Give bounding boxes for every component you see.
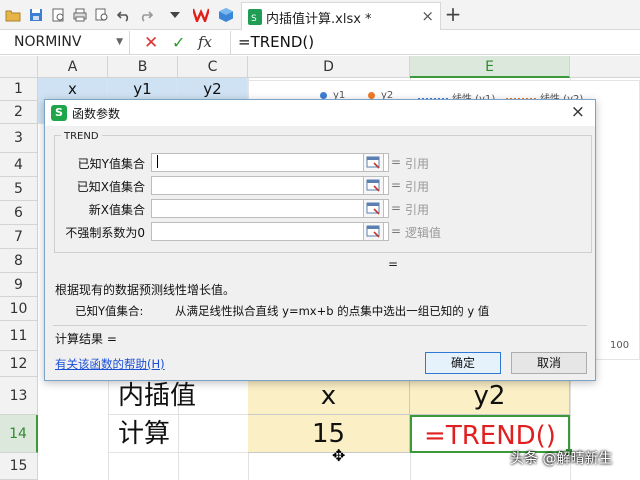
name-box[interactable]: NORMINV ▼ xyxy=(0,31,130,55)
legend-marker-y1 xyxy=(320,91,327,99)
arg-result-new-x: 引用 xyxy=(405,203,430,217)
folder-open-icon[interactable] xyxy=(4,6,22,24)
cell-b13[interactable]: 内插值 xyxy=(108,377,248,415)
dialog-title-bar[interactable]: S 函数参数 × xyxy=(45,100,595,126)
row-header-1[interactable]: 1 xyxy=(0,78,38,101)
cell-b1[interactable]: y1 xyxy=(108,78,178,101)
ok-button[interactable]: 确定 xyxy=(425,352,501,374)
collapse-dialog-icon[interactable] xyxy=(363,176,384,195)
dialog-title: 函数参数 xyxy=(72,107,121,121)
column-header-d[interactable]: D xyxy=(248,56,410,78)
row-header-8[interactable]: 8 xyxy=(0,249,38,273)
arg-label-known-x: 已知X值集合 xyxy=(76,180,145,194)
cancel-formula-icon[interactable]: ✕ xyxy=(144,33,158,53)
arg-label-known-y: 已知Y值集合 xyxy=(77,157,145,171)
column-header-c[interactable]: C xyxy=(178,56,248,78)
legend-marker-y2 xyxy=(368,91,375,99)
arg-equals-3: = xyxy=(391,201,402,215)
arg-help-text: 从满足线性拟合直线 y=mx+b 的点集中选出一组已知的 y 值 xyxy=(175,304,490,318)
column-header-f[interactable] xyxy=(570,56,640,78)
collapse-dialog-icon[interactable] xyxy=(363,222,384,241)
row-header-2[interactable]: 2 xyxy=(0,101,38,124)
row-header-14[interactable]: 14 xyxy=(0,415,38,453)
print-preview-icon[interactable] xyxy=(49,6,67,24)
row-header-3[interactable]: 3 xyxy=(0,124,38,153)
calculation-result-label: 计算结果 = xyxy=(55,332,117,346)
arg-equals-1: = xyxy=(391,155,402,169)
arg-equals-2: = xyxy=(391,178,402,192)
column-header-a[interactable]: A xyxy=(38,56,108,78)
arg-result-known-y: 引用 xyxy=(405,157,430,171)
function-description: 根据现有的数据预测线性增长值。 xyxy=(55,283,236,297)
chart-axis-tick: 100 xyxy=(610,340,630,351)
formula-input[interactable]: =TREND() xyxy=(238,33,314,51)
file-tab[interactable]: S 内插值计算.xlsx * × xyxy=(241,2,441,30)
row-header-5[interactable]: 5 xyxy=(0,177,38,201)
print-icon[interactable] xyxy=(71,6,89,24)
name-box-value: NORMINV xyxy=(14,34,82,50)
arg-input-known-x[interactable] xyxy=(151,176,389,195)
arg-input-known-y[interactable] xyxy=(151,153,389,172)
row-header-15[interactable]: 15 xyxy=(0,453,38,480)
more-dropdown-icon[interactable] xyxy=(166,6,184,24)
column-header-e[interactable]: E xyxy=(410,56,570,78)
dialog-close-button[interactable]: × xyxy=(571,102,585,122)
svg-text:S: S xyxy=(251,14,257,24)
arg-input-new-x[interactable] xyxy=(151,199,389,218)
save-icon[interactable] xyxy=(27,6,45,24)
function-name: TREND xyxy=(61,131,102,142)
row-header-6[interactable]: 6 xyxy=(0,201,38,225)
row-header-10[interactable]: 10 xyxy=(0,297,38,321)
cell-b14[interactable]: 计算 xyxy=(108,415,248,453)
insert-function-button[interactable]: fx xyxy=(198,33,212,51)
cell-c1[interactable]: y2 xyxy=(178,78,248,101)
find-icon[interactable] xyxy=(93,6,111,24)
move-cursor-icon: ✥ xyxy=(332,446,346,465)
file-tab-title: 内插值计算.xlsx * xyxy=(266,12,372,27)
function-result-equals: = xyxy=(388,257,399,271)
arg-equals-4: = xyxy=(391,224,402,238)
row-header-9[interactable]: 9 xyxy=(0,273,38,297)
arg-result-known-x: 引用 xyxy=(405,180,430,194)
cell-d14[interactable]: 15 xyxy=(248,415,410,453)
close-tab-icon[interactable]: × xyxy=(421,7,434,25)
formula-divider xyxy=(230,31,231,55)
title-bar: S 内插值计算.xlsx * × + xyxy=(0,0,640,30)
row-header-4[interactable]: 4 xyxy=(0,153,38,177)
cell-d13[interactable]: x xyxy=(248,377,410,415)
function-help-link[interactable]: 有关该函数的帮助(H) xyxy=(55,356,165,372)
row-header-12[interactable]: 12 xyxy=(0,351,38,377)
wps-logo-icon[interactable] xyxy=(192,6,210,24)
cell-a1[interactable]: x xyxy=(38,78,108,101)
row-header-7[interactable]: 7 xyxy=(0,225,38,249)
arg-input-const[interactable] xyxy=(151,222,389,241)
column-header-b[interactable]: B xyxy=(108,56,178,78)
spreadsheet-file-icon: S xyxy=(248,9,262,25)
redo-icon[interactable] xyxy=(137,6,155,24)
function-arguments-dialog: S 函数参数 × TREND 已知Y值集合 = 引用 已知X值集合 = 引用 新… xyxy=(44,99,596,381)
cell-e13[interactable]: y2 xyxy=(410,377,570,415)
select-all-corner[interactable] xyxy=(0,56,38,78)
arg-label-new-x: 新X值集合 xyxy=(88,203,145,217)
collapse-dialog-icon[interactable] xyxy=(363,153,384,172)
text-caret xyxy=(157,155,158,168)
cancel-button[interactable]: 取消 xyxy=(511,352,587,374)
undo-icon[interactable] xyxy=(115,6,133,24)
arg-help-label: 已知Y值集合: xyxy=(75,304,144,318)
chevron-down-icon[interactable]: ▼ xyxy=(116,37,123,47)
watermark: 头条 @解晴新生 xyxy=(510,451,613,467)
row-header-11[interactable]: 11 xyxy=(0,321,38,351)
collapse-dialog-icon[interactable] xyxy=(363,199,384,218)
apps-cube-icon[interactable] xyxy=(217,6,235,24)
dialog-divider xyxy=(53,325,587,326)
wps-sheet-app-icon: S xyxy=(51,105,67,121)
arg-label-const: 不强制系数为0 xyxy=(65,226,145,240)
new-tab-button[interactable]: + xyxy=(444,4,462,24)
arg-result-const: 逻辑值 xyxy=(405,226,442,240)
confirm-formula-icon[interactable]: ✓ xyxy=(172,33,185,52)
row-header-13[interactable]: 13 xyxy=(0,377,38,415)
